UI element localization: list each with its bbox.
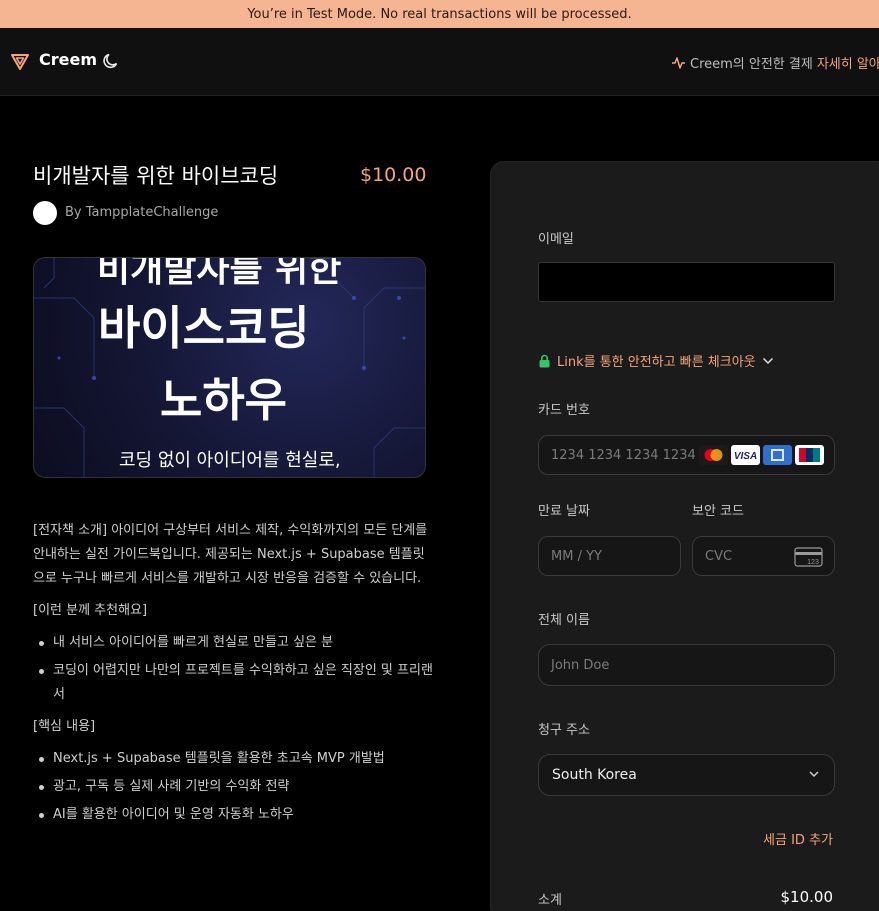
billing-address-label: 청구 주소 [538, 723, 590, 738]
expiry-label: 만료 날짜 [538, 504, 590, 519]
moon-icon[interactable] [101, 51, 121, 71]
activity-icon [672, 56, 685, 69]
svg-text:VISA: VISA [734, 451, 757, 462]
link-checkout-text: Link를 통한 안전하고 빠른 체크아웃 [557, 355, 756, 370]
cvc-placeholder: CVC [705, 548, 733, 564]
list-item: 내 서비스 아이디어를 빠르게 현실로 만들고 싶은 분 [33, 631, 433, 655]
secure-payment-info: Creem의 안전한 결제 자세히 알아 [671, 53, 879, 72]
list-item: 코딩이 어렵지만 나만의 프로젝트를 수익화하고 싶은 직장인 및 프리랜서 [33, 659, 433, 707]
product-description: [전자책 소개] 아이디어 구상부터 서비스 제작, 수익화까지의 모든 단계를… [33, 519, 433, 835]
cover-line-3: 노하우 [160, 373, 287, 427]
product-price: $10.00 [360, 164, 427, 186]
creem-logo-icon[interactable] [10, 52, 30, 72]
top-bar: Creem Creem의 안전한 결제 자세히 알아 [0, 28, 879, 96]
test-mode-banner: You’re in Test Mode. No real transaction… [0, 0, 879, 28]
country-value: South Korea [552, 767, 637, 783]
link-checkout-toggle[interactable]: Link를 통한 안전하고 빠른 체크아웃 [538, 351, 774, 370]
subtotal-value: $10.00 [780, 888, 834, 906]
svg-text:123: 123 [807, 559, 819, 566]
list-item: AI를 활용한 아이디어 및 운영 자동화 노하우 [33, 803, 433, 827]
full-name-label: 전체 이름 [538, 613, 590, 628]
email-label: 이메일 [538, 232, 574, 247]
cvc-card-icon: 123 [794, 547, 823, 567]
card-number-label: 카드 번호 [538, 403, 590, 418]
checkout-panel: 이메일 Link를 통한 안전하고 빠른 체크아웃 카드 번호 1234 123… [490, 161, 879, 911]
chevron-down-icon [809, 771, 819, 778]
test-mode-text: You’re in Test Mode. No real transaction… [247, 6, 632, 22]
expiry-placeholder: MM / YY [551, 548, 602, 564]
expiry-input[interactable]: MM / YY [538, 536, 681, 576]
section-title-recommended: [이런 분께 추천해요] [33, 603, 148, 618]
key-content-list: Next.js + Supabase 템플릿을 활용한 초고속 MVP 개발법 … [33, 747, 433, 827]
cvc-label: 보안 코드 [692, 504, 744, 519]
secure-text: Creem의 안전한 결제 [690, 57, 813, 72]
cvc-input[interactable]: CVC 123 [692, 536, 835, 576]
cover-line-2: 바이스코딩 [98, 301, 310, 355]
card-number-input[interactable]: 1234 1234 1234 1234 VISA [538, 435, 835, 475]
description-intro: [전자책 소개] 아이디어 구상부터 서비스 제작, 수익화까지의 모든 단계를… [33, 523, 428, 586]
subtotal-label: 소계 [538, 893, 562, 908]
avatar [33, 201, 57, 225]
learn-more-link[interactable]: 자세히 알아 [817, 53, 879, 72]
mastercard-icon [699, 445, 728, 465]
product-cover-image: 비개발자를 위한 바이스코딩 노하우 코딩 없이 아이디어를 현실로, [33, 257, 426, 478]
email-input[interactable] [538, 262, 835, 302]
product-title: 비개발자를 위한 바이브코딩 [33, 164, 279, 188]
brand-name[interactable]: Creem [39, 50, 97, 69]
cover-line-1: 비개발자를 위한 [97, 257, 342, 290]
add-tax-id-link[interactable]: 세금 ID 추가 [763, 829, 833, 848]
full-name-placeholder: John Doe [551, 657, 610, 673]
amex-icon [763, 445, 792, 465]
recommended-list: 내 서비스 아이디어를 빠르게 현실로 만들고 싶은 분 코딩이 어렵지만 나만… [33, 631, 433, 707]
card-number-placeholder: 1234 1234 1234 1234 [551, 447, 696, 463]
product-author: By TampplateChallenge [65, 205, 219, 220]
country-select[interactable]: South Korea [538, 754, 835, 796]
unionpay-icon [795, 445, 824, 465]
visa-icon: VISA [731, 445, 760, 465]
full-name-input[interactable]: John Doe [538, 644, 835, 686]
section-title-key-content: [핵심 내용] [33, 719, 96, 734]
chevron-down-icon [762, 357, 773, 364]
list-item: 광고, 구독 등 실제 사례 기반의 수익화 전략 [33, 775, 433, 799]
lock-icon [539, 354, 550, 367]
cover-line-4: 코딩 없이 아이디어를 현실로, [119, 450, 341, 471]
list-item: Next.js + Supabase 템플릿을 활용한 초고속 MVP 개발법 [33, 747, 433, 771]
card-brand-icons: VISA [699, 445, 824, 465]
